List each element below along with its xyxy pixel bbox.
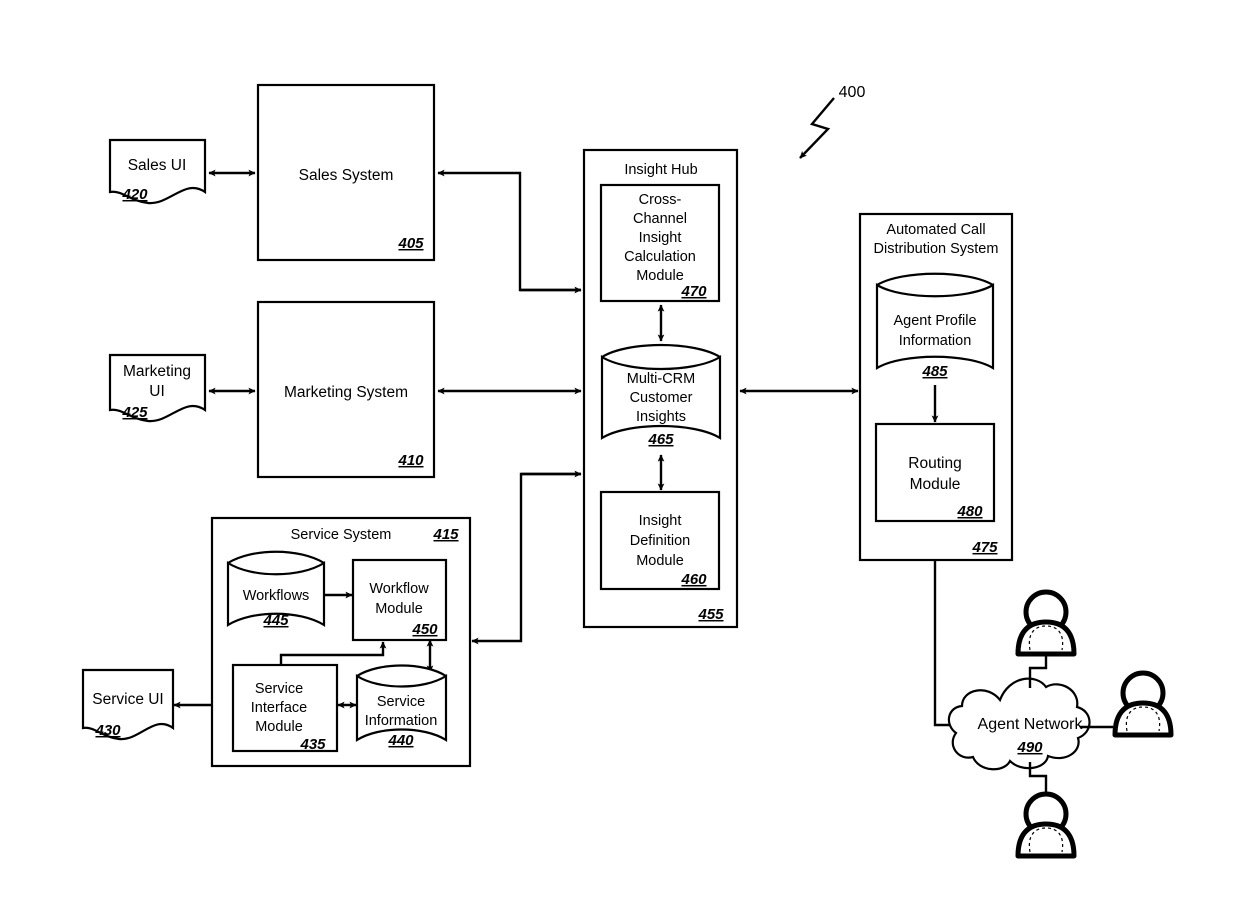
agent-network-ref: 490 — [1016, 739, 1043, 756]
node-insight-definition-module[interactable]: Insight Definition Module 460 — [599, 490, 721, 591]
node-service-ui[interactable]: Service UI 430 — [81, 668, 175, 741]
node-routing-module[interactable]: Routing Module 480 — [874, 422, 996, 523]
connector-insight-hub-to-service-system — [471, 472, 581, 645]
figure-number-group: 400 — [799, 84, 866, 159]
acd-system-label-line2: Distribution System — [874, 241, 999, 257]
workflow-module-ref: 450 — [411, 621, 438, 638]
workflow-module-label-line2: Module — [375, 601, 423, 617]
node-automated-call-distribution-system[interactable]: Automated Call Distribution System 475 A… — [858, 212, 1014, 562]
service-ui-label: Service UI — [92, 691, 164, 708]
figure-canvas: 400 Sales UI 420 Marketing UI 425 Servic… — [81, 83, 1174, 859]
node-insight-hub[interactable]: Insight Hub 455 Cross- Channel Insight C… — [582, 148, 739, 629]
sales-system-label: Sales System — [299, 167, 394, 184]
workflow-module-label-line1: Workflow — [369, 581, 429, 597]
marketing-ui-label-line1: Marketing — [123, 363, 191, 380]
agent-right-icon — [1112, 670, 1174, 738]
agent-network-label: Agent Network — [978, 716, 1084, 733]
routing-module-label-line2: Module — [910, 476, 961, 493]
service-interface-ref: 435 — [299, 736, 326, 753]
node-workflow-module[interactable]: Workflow Module 450 — [351, 558, 448, 642]
patent-figure-400: 400 Sales UI 420 Marketing UI 425 Servic… — [0, 0, 1240, 915]
node-marketing-ui[interactable]: Marketing UI 425 — [108, 353, 207, 423]
insight-definition-label-line2: Definition — [630, 533, 690, 549]
agent-profile-ref: 485 — [921, 363, 948, 380]
cross-channel-ref: 470 — [680, 283, 707, 300]
cross-channel-label-line1: Cross- — [639, 192, 682, 208]
service-system-ref: 415 — [432, 526, 459, 543]
insight-definition-label-line3: Module — [636, 553, 684, 569]
figure-number-label: 400 — [839, 84, 866, 101]
service-system-label: Service System — [291, 527, 392, 543]
multi-crm-ref: 465 — [647, 431, 674, 448]
marketing-system-ref: 410 — [397, 452, 424, 469]
marketing-ui-ref: 425 — [121, 404, 148, 421]
multi-crm-label-line2: Customer — [630, 390, 693, 406]
figure-leader-lightning-icon — [799, 97, 835, 159]
acd-system-label-line1: Automated Call — [886, 222, 985, 238]
node-cross-channel-insight-calculation-module[interactable]: Cross- Channel Insight Calculation Modul… — [599, 183, 721, 303]
service-ui-ref: 430 — [94, 722, 121, 739]
service-information-label-line2: Information — [365, 713, 438, 729]
insight-hub-ref: 455 — [697, 606, 724, 623]
insight-definition-label-line1: Insight — [639, 513, 682, 529]
routing-module-ref: 480 — [956, 503, 983, 520]
marketing-ui-label-line2: UI — [149, 383, 165, 400]
service-interface-label-line3: Module — [255, 719, 303, 735]
insight-definition-ref: 460 — [680, 571, 707, 588]
cross-channel-label-line3: Insight — [639, 230, 682, 246]
workflows-label: Workflows — [243, 588, 310, 604]
agent-top-icon — [1015, 589, 1077, 657]
workflows-ref: 445 — [262, 612, 289, 629]
node-agent-network[interactable]: Agent Network 490 — [947, 677, 1091, 771]
agent-profile-label-line2: Information — [899, 333, 972, 349]
insight-hub-label: Insight Hub — [624, 162, 697, 178]
service-interface-label-line1: Service — [255, 681, 303, 697]
sales-system-ref: 405 — [397, 235, 424, 252]
agent-bottom-icon — [1015, 791, 1077, 859]
node-service-system[interactable]: Service System 415 Workflows 445 Workflo… — [210, 516, 472, 768]
node-marketing-system[interactable]: Marketing System 410 — [256, 300, 436, 479]
multi-crm-label-line1: Multi-CRM — [627, 371, 695, 387]
connector-insight-hub-to-sales-system — [437, 169, 581, 292]
acd-system-ref: 475 — [971, 539, 998, 556]
agent-profile-label-line1: Agent Profile — [893, 313, 976, 329]
node-sales-ui[interactable]: Sales UI 420 — [108, 138, 207, 205]
service-information-label-line1: Service — [377, 694, 425, 710]
routing-module-label-line1: Routing — [908, 455, 961, 472]
cross-channel-label-line5: Module — [636, 268, 684, 284]
service-interface-label-line2: Interface — [251, 700, 307, 716]
service-information-ref: 440 — [387, 732, 414, 749]
marketing-system-label: Marketing System — [284, 384, 408, 401]
cross-channel-label-line2: Channel — [633, 211, 687, 227]
sales-ui-ref: 420 — [121, 186, 148, 203]
multi-crm-label-line3: Insights — [636, 409, 686, 425]
cross-channel-label-line4: Calculation — [624, 249, 696, 265]
node-sales-system[interactable]: Sales System 405 — [256, 83, 436, 262]
sales-ui-label: Sales UI — [128, 157, 187, 174]
node-service-interface-module[interactable]: Service Interface Module 435 — [231, 663, 339, 753]
